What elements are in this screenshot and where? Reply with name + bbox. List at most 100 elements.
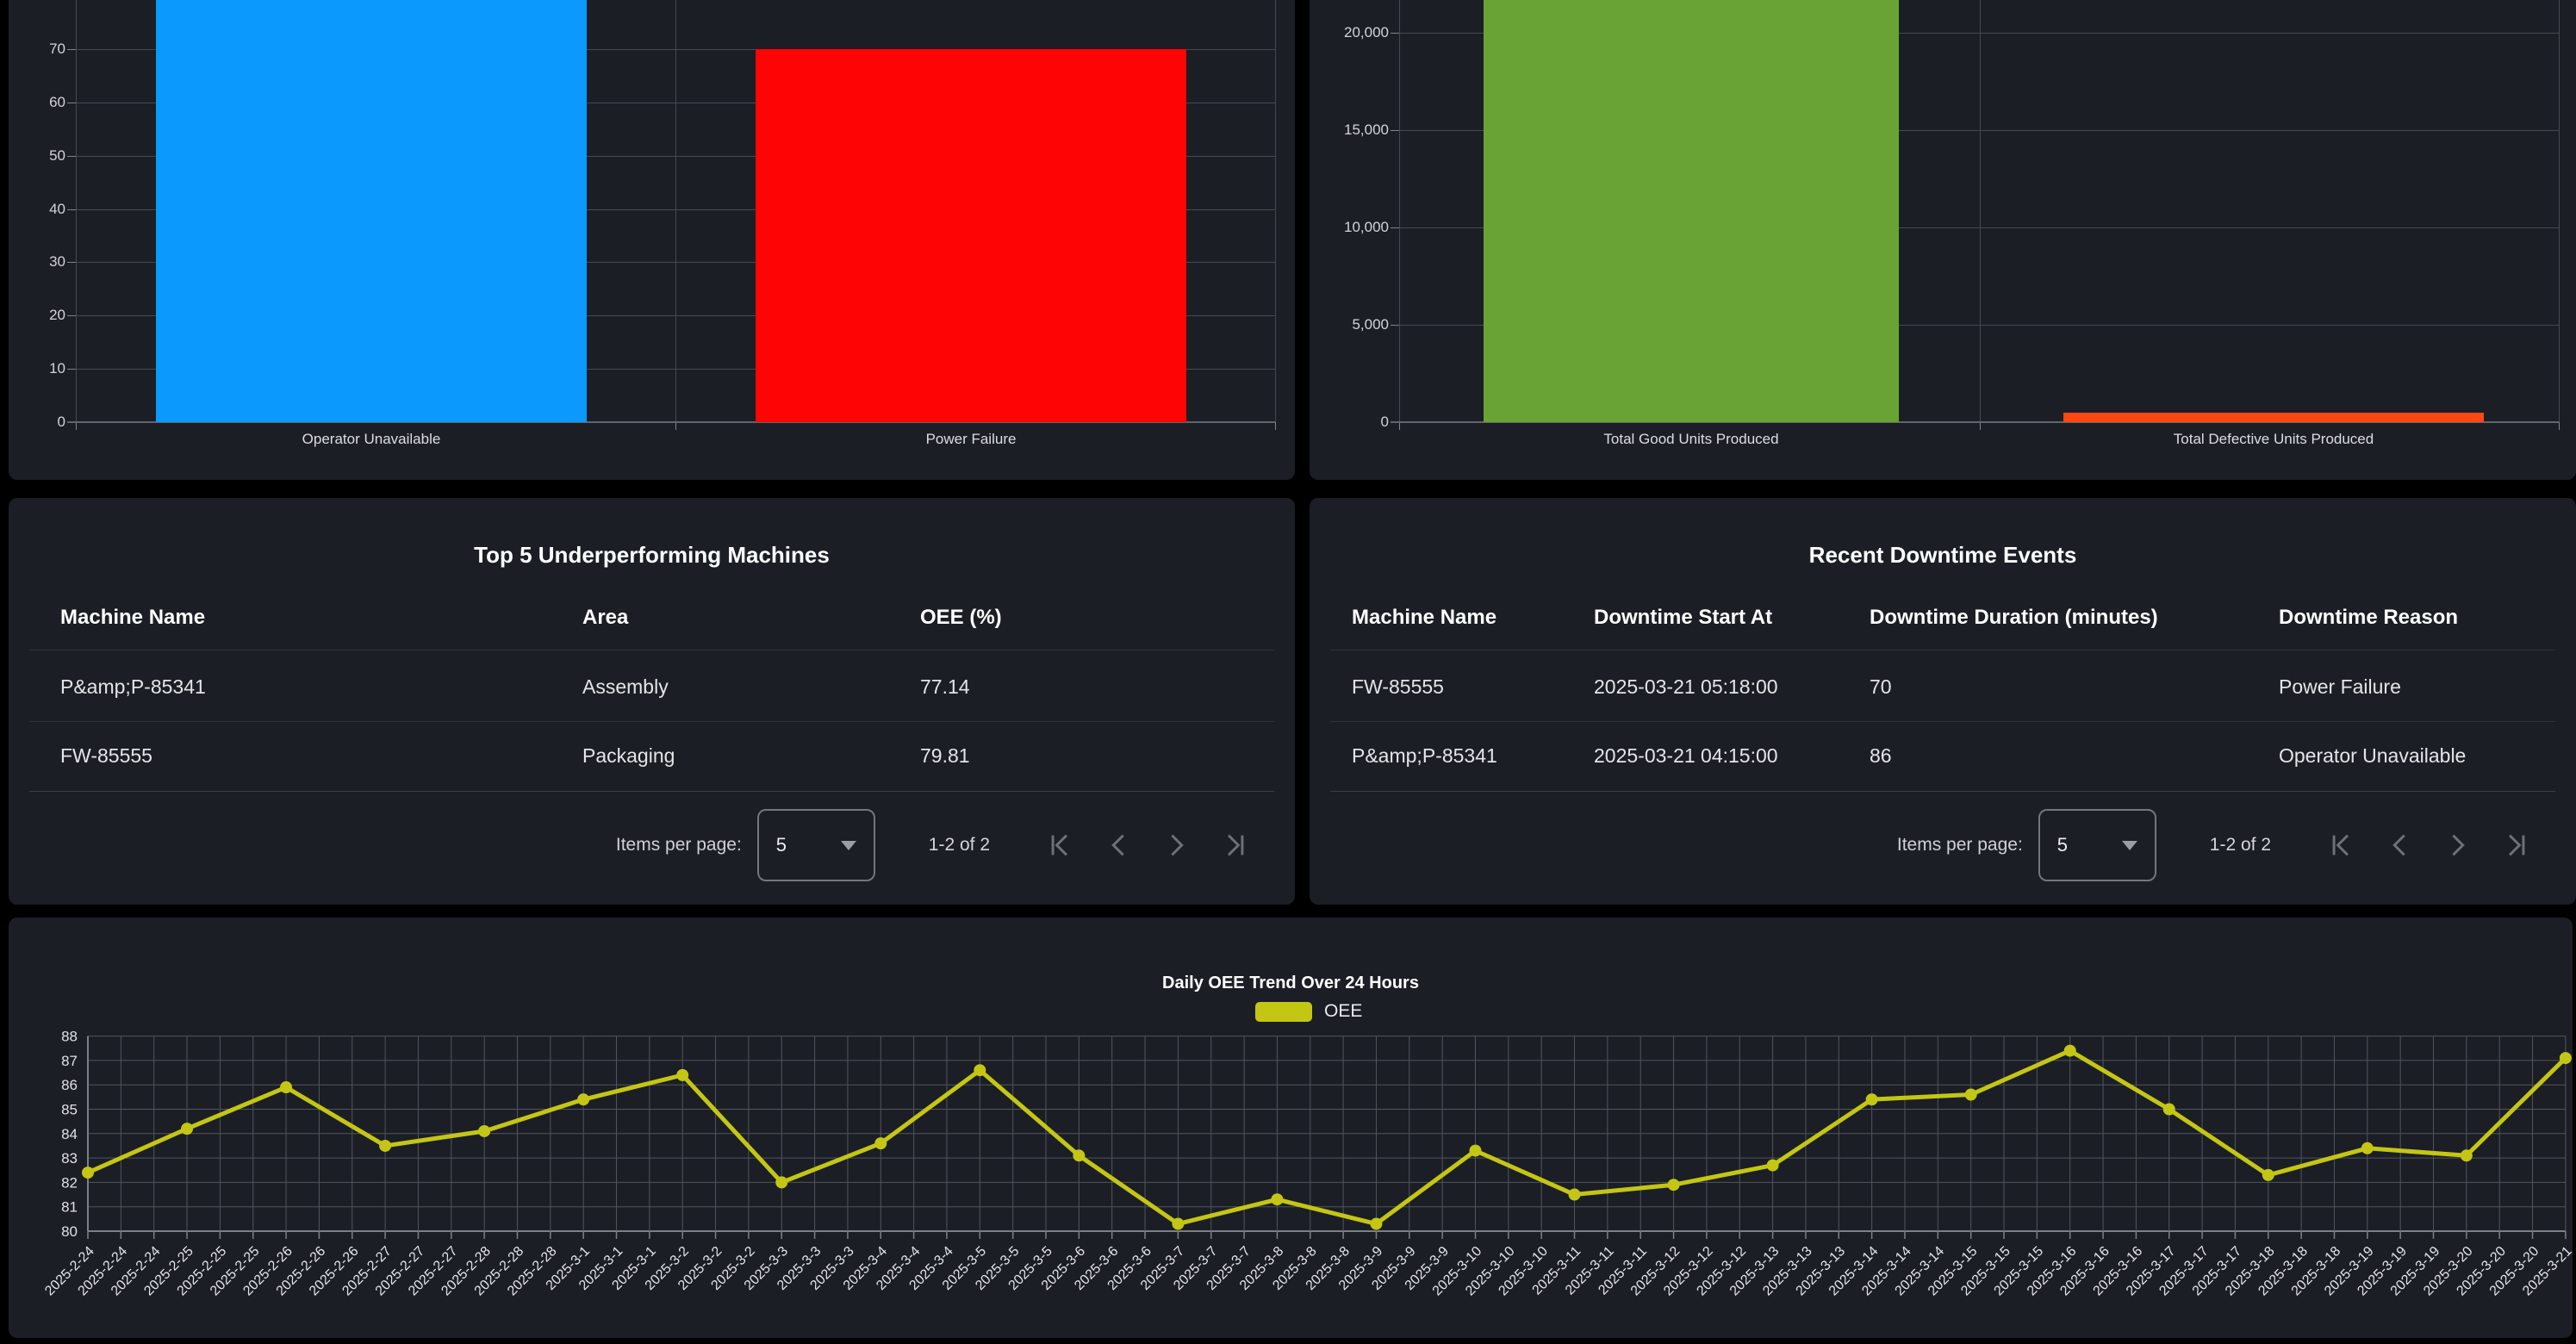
- page-range-label: 1-2 of 2: [2210, 835, 2271, 856]
- table-cell: 2025-03-21 05:18:00: [1594, 661, 1778, 712]
- underperforming-machines-card: Top 5 Underperforming Machines Machine N…: [9, 498, 1295, 905]
- data-point-2025-3-13[interactable]: [1767, 1160, 1779, 1172]
- downtime-by-reason-chart-card: 010203040506070Operator UnavailablePower…: [9, 0, 1295, 480]
- category-label: Total Defective Units Produced: [1972, 431, 2575, 448]
- row-divider: [29, 721, 1274, 722]
- y-tick-label: 0: [1310, 414, 1389, 429]
- first-page-icon: [2326, 831, 2355, 860]
- y-tick-label: 80: [61, 1223, 78, 1240]
- data-point-2025-3-2[interactable]: [676, 1069, 688, 1081]
- data-point-2025-3-20[interactable]: [2461, 1149, 2473, 1161]
- row-divider: [1330, 791, 2555, 792]
- data-point-2025-3-7[interactable]: [1172, 1218, 1184, 1230]
- y-tick-label: 81: [61, 1199, 78, 1216]
- card-title: Top 5 Underperforming Machines: [9, 542, 1295, 568]
- data-point-2025-2-25[interactable]: [181, 1123, 193, 1135]
- items-per-page-select[interactable]: 5: [757, 809, 875, 881]
- card-title: Recent Downtime Events: [1310, 542, 2576, 568]
- y-tick-label: 50: [9, 148, 65, 163]
- chevron-down-icon: [2122, 841, 2137, 850]
- data-point-2025-3-14[interactable]: [1866, 1093, 1878, 1105]
- y-tick-label: 20,000: [1310, 25, 1389, 40]
- chevron-right-icon: [1162, 831, 1192, 860]
- dashboard: 010203040506070Operator UnavailablePower…: [0, 0, 2576, 1344]
- table-cell: Packaging: [582, 730, 675, 781]
- axis-tick: [67, 315, 76, 316]
- data-point-2025-2-27[interactable]: [379, 1140, 391, 1152]
- bar-power-failure[interactable]: [756, 49, 1186, 422]
- bar-total-good-units-produced[interactable]: [1484, 0, 1899, 422]
- y-tick-label: 88: [61, 1029, 78, 1045]
- data-point-2025-3-10[interactable]: [1469, 1145, 1481, 1157]
- data-point-2025-3-1[interactable]: [577, 1093, 589, 1105]
- column-header-area: Area: [582, 592, 628, 644]
- first-page-button[interactable]: [1045, 831, 1074, 860]
- previous-page-button[interactable]: [2385, 831, 2414, 860]
- first-page-icon: [1045, 831, 1074, 860]
- axis-tick: [1275, 422, 1276, 430]
- axis-tick: [1391, 227, 1399, 228]
- items-per-page-value: 5: [776, 834, 787, 856]
- data-point-2025-3-12[interactable]: [1668, 1179, 1680, 1191]
- data-point-2025-3-17[interactable]: [2163, 1104, 2175, 1116]
- axis-tick: [67, 262, 76, 263]
- last-page-button[interactable]: [2502, 831, 2531, 860]
- column-header-oee: OEE (%): [920, 592, 1002, 644]
- data-point-2025-3-15[interactable]: [1965, 1089, 1977, 1101]
- chevron-right-icon: [2443, 831, 2473, 860]
- data-point-2025-3-9[interactable]: [1370, 1218, 1382, 1230]
- y-tick-label: 40: [9, 202, 65, 216]
- next-page-button[interactable]: [1162, 831, 1192, 860]
- data-point-2025-3-21[interactable]: [2560, 1052, 2572, 1064]
- oee-trend-line-chart: 8081828384858687882025-2-242025-2-242025…: [9, 918, 2573, 1338]
- last-page-icon: [1221, 831, 1250, 860]
- axis-tick: [1391, 325, 1399, 326]
- data-point-2025-3-4[interactable]: [874, 1137, 887, 1149]
- first-page-button[interactable]: [2326, 831, 2355, 860]
- data-point-2025-3-3[interactable]: [775, 1176, 787, 1188]
- gridline-vertical: [2559, 0, 2560, 422]
- daily-oee-trend-card: Daily OEE Trend Over 24 Hours OEE 808182…: [9, 918, 2573, 1338]
- axis-tick: [67, 369, 76, 370]
- last-page-button[interactable]: [1221, 831, 1250, 860]
- table-cell: 70: [1870, 661, 1892, 712]
- bar-total-defective-units-produced[interactable]: [2063, 413, 2484, 422]
- y-tick-label: 87: [61, 1053, 78, 1069]
- items-per-page-label: Items per page:: [1897, 835, 2023, 856]
- items-per-page-label: Items per page:: [616, 835, 742, 856]
- items-per-page-select[interactable]: 5: [2038, 809, 2156, 881]
- data-point-2025-3-16[interactable]: [2064, 1045, 2076, 1057]
- gridline-vertical: [1980, 0, 1981, 422]
- data-point-2025-3-8[interactable]: [1271, 1193, 1283, 1205]
- y-tick-label: 85: [61, 1102, 78, 1118]
- y-tick-label: 84: [61, 1126, 78, 1142]
- data-point-2025-3-11[interactable]: [1569, 1189, 1581, 1201]
- axis-tick: [675, 422, 676, 430]
- data-point-2025-3-6[interactable]: [1073, 1149, 1085, 1161]
- bar-operator-unavailable[interactable]: [156, 0, 587, 422]
- axis-tick: [1391, 130, 1399, 131]
- gridline-vertical: [76, 0, 77, 422]
- chevron-left-icon: [2385, 831, 2414, 860]
- data-point-2025-3-19[interactable]: [2361, 1142, 2374, 1154]
- y-tick-label: 5,000: [1310, 317, 1389, 332]
- category-label: Total Good Units Produced: [1390, 431, 1993, 448]
- column-header-downtime-start-at: Downtime Start At: [1594, 592, 1772, 644]
- column-header-downtime-duration-minutes: Downtime Duration (minutes): [1870, 592, 2158, 644]
- y-tick-label: 82: [61, 1174, 78, 1191]
- axis-tick: [67, 209, 76, 210]
- paginator: Items per page: 5 1-2 of 2: [616, 808, 1250, 882]
- data-point-2025-2-28[interactable]: [478, 1125, 490, 1137]
- next-page-button[interactable]: [2443, 831, 2473, 860]
- previous-page-button[interactable]: [1104, 831, 1133, 860]
- data-point-2025-3-18[interactable]: [2262, 1169, 2274, 1181]
- page-range-label: 1-2 of 2: [929, 835, 990, 856]
- data-point-2025-2-24[interactable]: [82, 1167, 94, 1179]
- gridline-vertical: [1275, 0, 1276, 422]
- pagination-buttons: [2297, 831, 2531, 860]
- y-tick-label: 10,000: [1310, 220, 1389, 234]
- data-point-2025-2-26[interactable]: [280, 1081, 292, 1093]
- table-cell: 77.14: [920, 661, 970, 712]
- data-point-2025-3-5[interactable]: [974, 1064, 986, 1076]
- table-cell: 79.81: [920, 730, 970, 781]
